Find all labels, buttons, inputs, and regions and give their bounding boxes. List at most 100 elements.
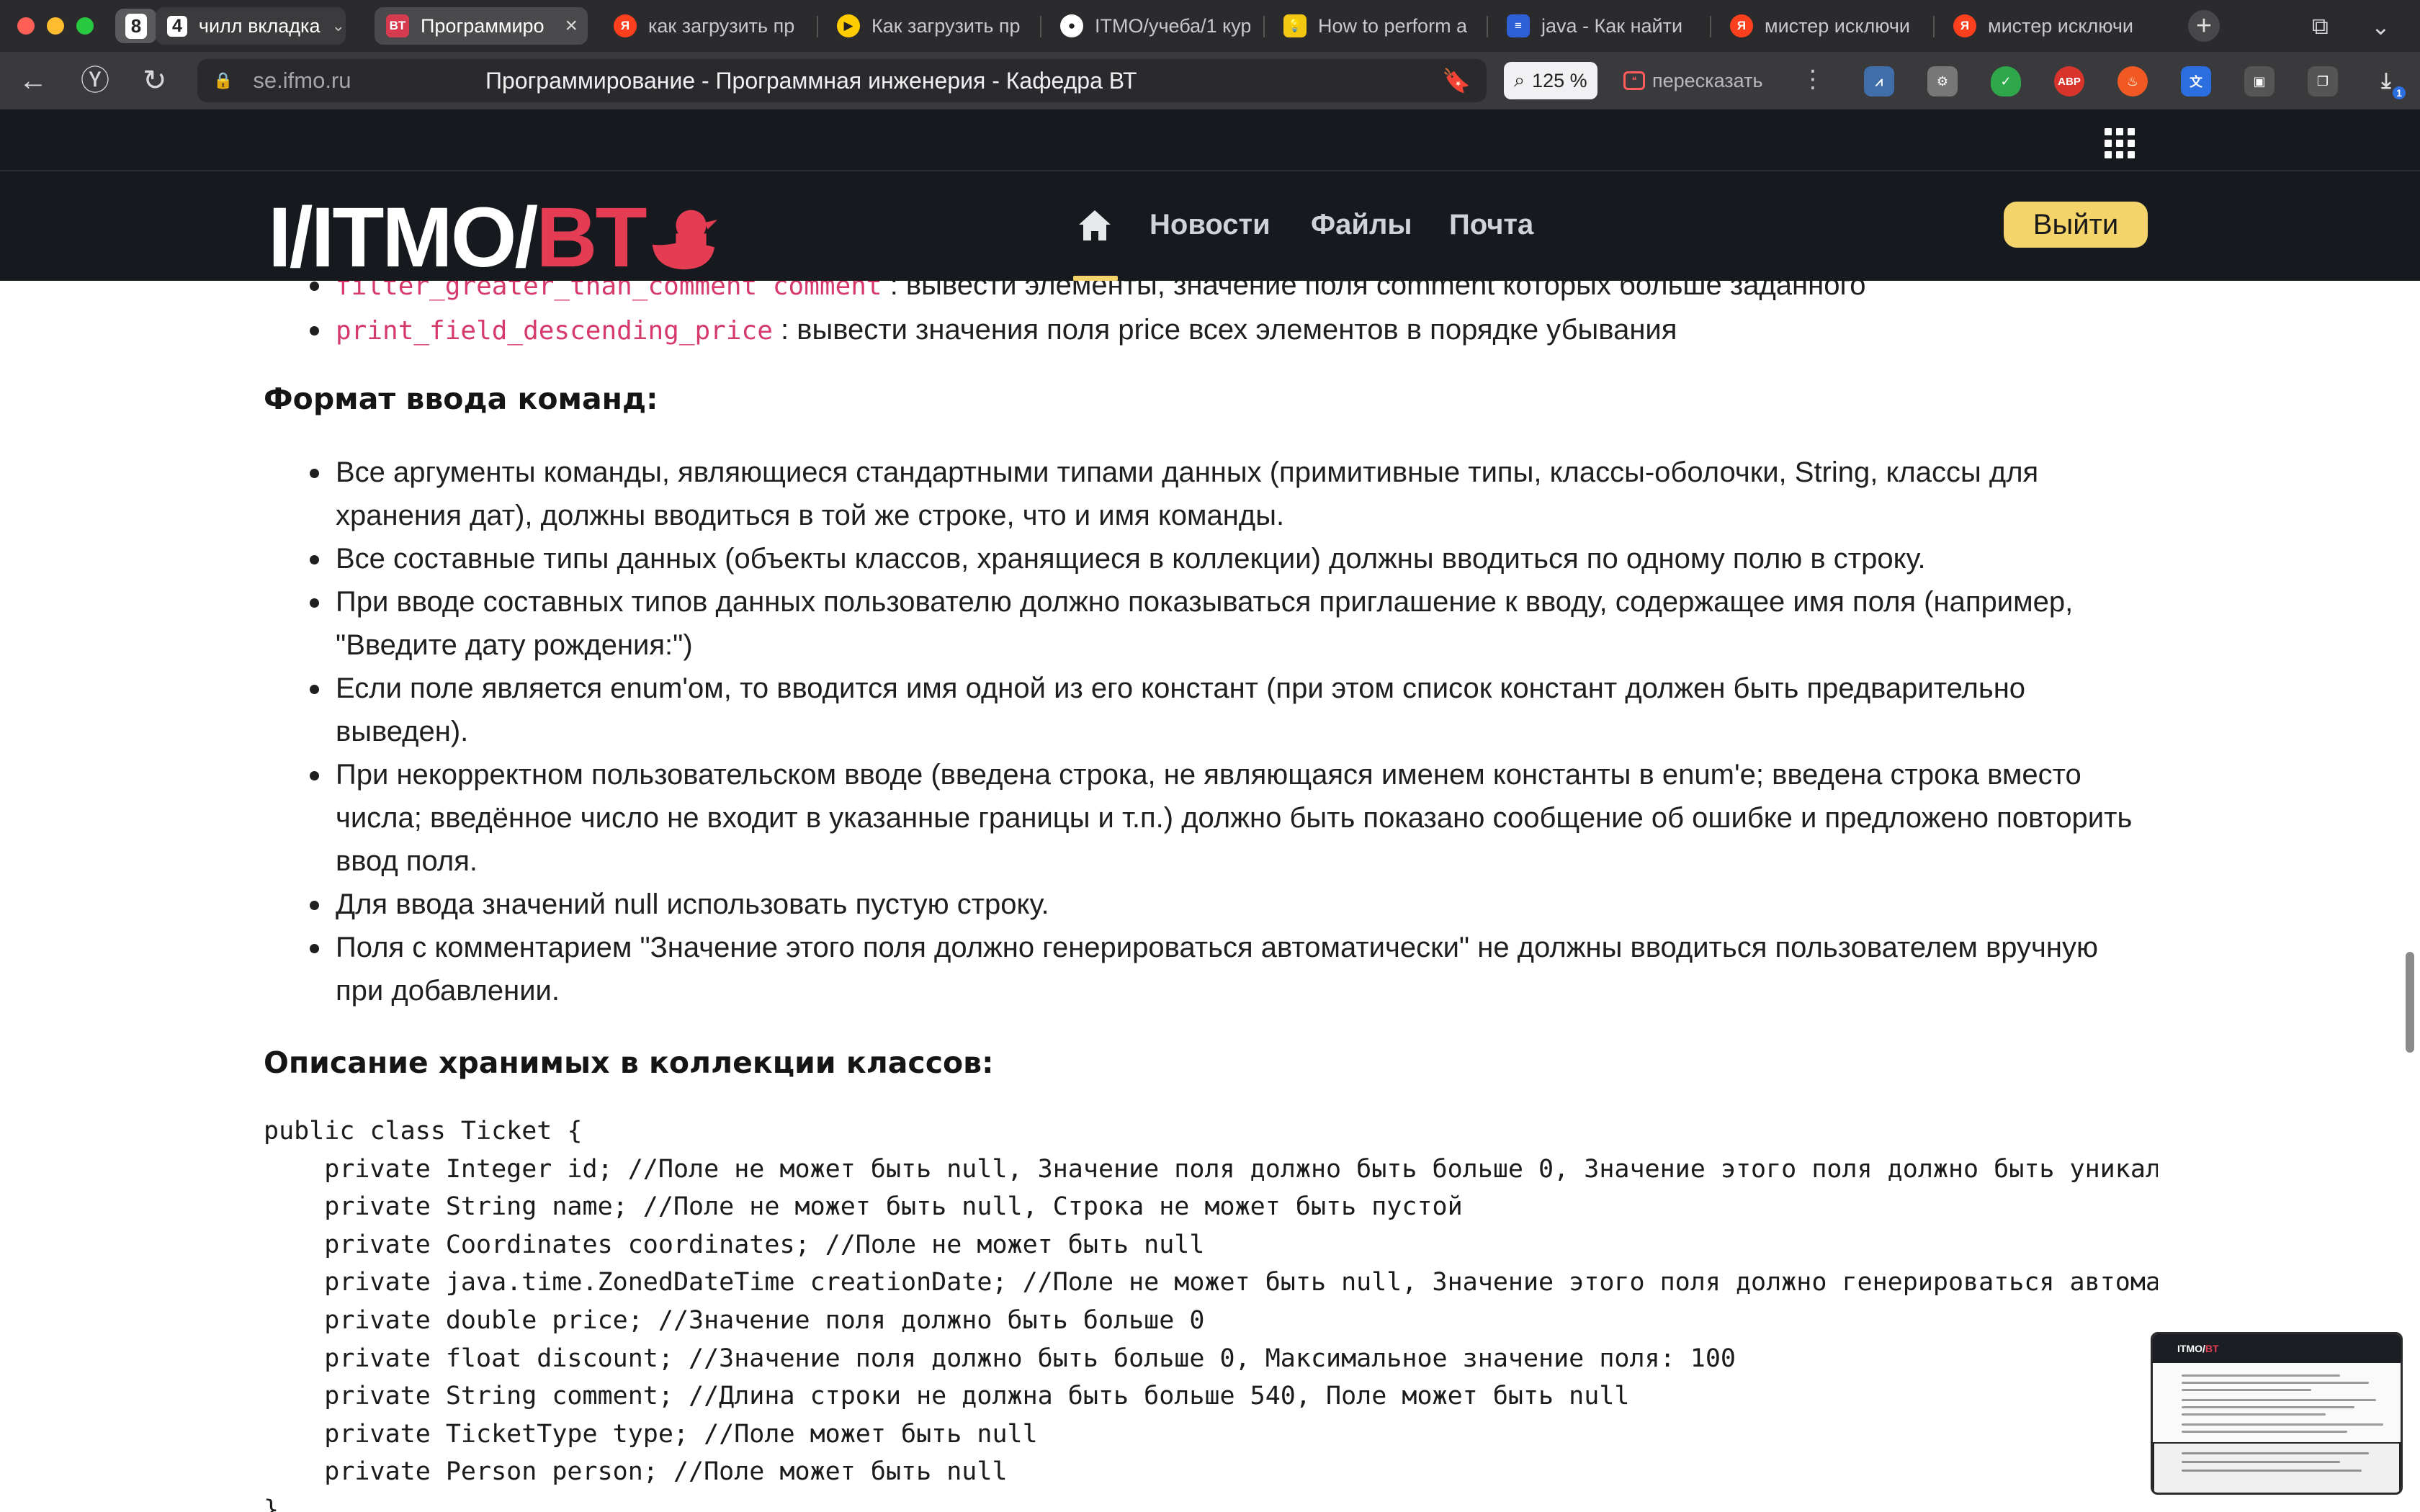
list-item: При вводе составных типов данных пользов… [266,580,2139,667]
tab-counter[interactable]: 8 [115,9,157,43]
command-description: : вывести элементы, значение поля commen… [882,281,1866,301]
chart-extension-icon[interactable]: ⩘ [1864,66,1894,96]
code-line: private TicketType type; //Поле может бы… [264,1419,1038,1449]
close-tab-icon[interactable]: × [565,14,578,38]
nav-files[interactable]: Файлы [1311,209,1412,241]
page-scrollbar[interactable] [2406,952,2414,1053]
home-icon[interactable] [1077,209,1112,242]
list-item: print_field_descending_price : вывести з… [266,308,2139,353]
play-favicon-icon: ▶ [837,14,860,37]
tab-active[interactable]: BT Программиро × [375,7,588,45]
address-bar[interactable]: 🔒 se.ifmo.ru Программирование - Программ… [197,59,1487,102]
zoom-indicator[interactable]: ⌕ 125 % [1504,62,1597,99]
robot-extension-icon[interactable]: ⚙ [1927,66,1958,96]
tab-separator [1933,16,1935,37]
tab-separator [1040,16,1041,37]
tab-label: ITMO/учеба/1 кур [1095,14,1250,37]
shield-extension-icon[interactable]: ✓ [1991,66,2021,96]
download-badge: 1 [2393,86,2406,99]
tab-separator [1487,16,1488,37]
github-favicon-icon: ● [1060,14,1083,37]
section-heading: Описание хранимых в коллекции классов: [264,1045,994,1080]
tab-label: мистер исключи [1988,14,2133,37]
tab-separator [1710,16,1711,37]
retell-label: пересказать [1652,69,1763,91]
list-item: filter_greater_than_comment comment : вы… [266,281,2139,308]
tab-separator [1263,16,1265,37]
retell-icon: ❝ [1623,71,1645,90]
list-item: Если поле является enum'ом, то вводится … [266,667,2139,753]
page-content: filter_greater_than_comment comment : вы… [0,281,2420,1512]
yandex-favicon-icon: Я [614,14,637,37]
maximize-window-button[interactable] [76,17,94,35]
list-item: Все аргументы команды, являющиеся станда… [266,451,2139,537]
yandex-favicon-icon: Я [1730,14,1753,37]
code-line: private Coordinates coordinates; //Поле … [264,1230,1205,1259]
page-minimap[interactable]: ITMO/BT [2151,1332,2403,1495]
tab[interactable]: ● ITMO/учеба/1 кур [1049,7,1250,45]
screen-extension-icon[interactable]: ▣ [2244,66,2275,96]
minimap-header: ITMO/BT [2153,1334,2401,1363]
tab-group[interactable]: 4 чилл вкладка ⌄ [156,7,346,45]
code-line: public class Ticket { [264,1117,583,1146]
list-item: При некорректном пользовательском вводе … [266,753,2139,883]
more-options-icon[interactable]: ⋮ [1801,65,1825,94]
chevron-down-icon[interactable]: ⌄ [2371,13,2390,40]
list-item: Для ввода значений null использовать пус… [266,883,2139,926]
code-line: private Person person; //Поле может быть… [264,1457,1008,1487]
close-window-button[interactable] [17,17,35,35]
tab[interactable]: 💡 How to perform a [1272,7,1474,45]
tab-manager-icon[interactable]: ⧉ [2312,13,2329,40]
tab-group-badge: 4 [167,15,187,37]
list-item: Поля с комментарием "Значение этого поля… [266,926,2139,1012]
new-tab-button[interactable]: + [2188,10,2220,42]
tab[interactable]: ▶ Как загрузить пр [825,7,1027,45]
tab-label: как загрузить пр [648,14,795,37]
tab-group-label: чилл вкладка [198,14,321,37]
lock-icon: 🔒 [213,71,233,89]
tab[interactable]: ≡ java - Как найти [1495,7,1697,45]
list-item: Все составные типы данных (объекты класс… [266,537,2139,580]
nav-mail[interactable]: Почта [1449,209,1533,241]
retell-button[interactable]: ❝ пересказать [1623,65,1763,96]
adblock-extension-icon[interactable]: ABP [2054,66,2084,96]
code-line: private Integer id; //Поле не может быть… [264,1154,2158,1184]
tab[interactable]: Я мистер исключи [1942,7,2143,45]
code-line: private java.time.ZonedDateTime creation… [264,1268,2158,1297]
fire-extension-icon[interactable]: ♨ [2118,66,2148,96]
yandex-home-icon[interactable]: Ⓨ [81,65,109,96]
code-line: private String comment; //Длина строки н… [264,1382,1630,1411]
download-icon[interactable]: ⤓ 1 [2371,66,2406,99]
back-arrow-icon[interactable]: ← [19,65,48,96]
reload-icon[interactable]: ↻ [143,65,167,96]
tab[interactable]: Я мистер исключи [1718,7,1920,45]
tab[interactable]: Я как загрузить пр [602,7,804,45]
command-description: : вывести значения поля price всех элеме… [772,314,1677,346]
commands-list: filter_greater_than_comment comment : вы… [266,281,2139,353]
site-logo[interactable]: I/ITMO/ BT [268,194,717,280]
clipboard-extension-icon[interactable]: ❐ [2308,66,2338,96]
minimize-window-button[interactable] [47,17,64,35]
code-block: public class Ticket { private Integer id… [264,1112,2158,1512]
lightbulb-favicon-icon: 💡 [1283,14,1307,37]
input-rules-list: Все аргументы команды, являющиеся станда… [266,451,2139,1012]
tab-label: мистер исключи [1765,14,1910,37]
tab-label: Программиро [421,14,544,37]
translate-extension-icon[interactable]: 文 [2181,66,2211,96]
nav-news[interactable]: Новости [1150,209,1270,241]
url-host: se.ifmo.ru [253,68,351,93]
stackoverflow-favicon-icon: ≡ [1507,14,1530,37]
bt-favicon-icon: BT [386,14,409,37]
code-line: private float discount; //Значение поля … [264,1344,1736,1373]
zoom-level: 125 % [1532,69,1587,91]
section-heading: Формат ввода команд: [264,382,658,416]
bookmark-icon[interactable]: 🔖 [1442,67,1471,94]
code-line: private String name; //Поле не может быт… [264,1192,1463,1222]
logout-button[interactable]: Выйти [2004,202,2148,248]
apps-grid-icon[interactable] [2105,128,2135,158]
code-line: private double price; //Значение поля до… [264,1305,1205,1335]
minimap-viewport[interactable] [2153,1442,2401,1493]
yandex-favicon-icon: Я [1953,14,1976,37]
chevron-down-icon: ⌄ [331,17,345,35]
duck-logo-icon [652,210,717,270]
